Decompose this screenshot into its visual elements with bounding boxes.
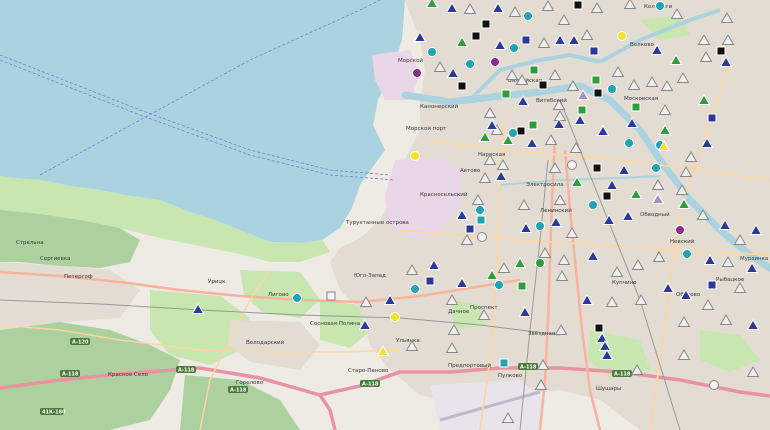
poi-marker-square-green[interactable] xyxy=(528,120,538,130)
label-sosnovaya: Сосновая Поляна xyxy=(310,321,360,327)
poi-marker-square-blue[interactable] xyxy=(521,35,531,45)
label-krasnoselsky: Красносельский xyxy=(420,191,468,198)
poi-marker-circle-purple[interactable] xyxy=(412,68,422,78)
poi-marker-square-green[interactable] xyxy=(577,105,587,115)
shield-42k-1: 41К-180 xyxy=(42,410,66,416)
label-nevsky: Невский xyxy=(670,238,695,245)
map-viewport[interactable]: А-118 А-118 А-118 А-118 А-118 А-118 41К-… xyxy=(0,0,770,430)
poi-marker-circle-teal[interactable] xyxy=(535,221,545,231)
poi-marker-square-dark[interactable] xyxy=(457,81,467,91)
poi-marker-circle-teal[interactable] xyxy=(588,200,598,210)
poi-marker-circle-teal[interactable] xyxy=(427,47,437,57)
poi-marker-square-green[interactable] xyxy=(517,281,527,291)
poi-marker-circle-green[interactable] xyxy=(535,258,545,268)
poi-marker-square-dark[interactable] xyxy=(602,191,612,201)
label-leninsky: Ленинский xyxy=(540,207,572,214)
poi-marker-circle-purple[interactable] xyxy=(490,57,500,67)
poi-marker-circle-teal[interactable] xyxy=(682,249,692,259)
poi-marker-square-green[interactable] xyxy=(591,75,601,85)
label-volkovo: Волково xyxy=(630,42,655,48)
label-dachnoe: Дачное xyxy=(448,309,470,315)
label-obvodny: Обводный xyxy=(640,211,670,218)
label-morskoy: Морской xyxy=(398,57,423,64)
poi-marker-square-dark[interactable] xyxy=(481,19,491,29)
poi-marker-circle-purple[interactable] xyxy=(675,225,685,235)
poi-marker-square-blue[interactable] xyxy=(589,46,599,56)
poi-marker-circle-teal[interactable] xyxy=(292,293,302,303)
label-volodarsky: Володарский xyxy=(246,339,285,346)
label-uritsk: Урицк xyxy=(208,279,226,285)
poi-marker-circle-yellow[interactable] xyxy=(410,151,420,161)
poi-marker-square-teal[interactable] xyxy=(476,215,486,225)
poi-marker-circle-yellow[interactable] xyxy=(617,31,627,41)
shield-a118-6: А-118 xyxy=(614,372,631,378)
shield-a118-1: А-118 xyxy=(62,372,79,378)
airport-area xyxy=(430,380,545,430)
poi-marker-square-dark[interactable] xyxy=(516,126,526,136)
label-port: Морской порт xyxy=(406,125,447,132)
label-kupchino: Купчино xyxy=(612,280,637,286)
shield-a120: А-120 xyxy=(72,340,89,346)
label-pulkovo: Пулково xyxy=(498,373,523,379)
poi-marker-circle-teal[interactable] xyxy=(410,284,420,294)
label-petergof: Петергоф xyxy=(64,274,93,280)
poi-marker-square-teal[interactable] xyxy=(499,358,509,368)
label-rybatskoe: Рыбацкое xyxy=(716,277,745,283)
poi-marker-square-dark[interactable] xyxy=(573,0,583,10)
label-moskovskaya: Московская xyxy=(624,96,658,102)
poi-marker-square-dark[interactable] xyxy=(594,323,604,333)
poi-marker-circle-white[interactable] xyxy=(477,232,487,242)
poi-marker-square-dark[interactable] xyxy=(538,80,548,90)
shield-a118-3: А-118 xyxy=(230,388,247,394)
poi-marker-circle-teal[interactable] xyxy=(651,163,661,173)
label-sergievka: Сергиевка xyxy=(40,256,71,262)
label-predportovy: Предпортовый xyxy=(448,362,491,369)
label-murzinka: Мурзинка xyxy=(740,256,768,262)
poi-marker-square-blue[interactable] xyxy=(465,224,475,234)
label-shushary: Шушары xyxy=(596,386,621,392)
shield-a118-4: А-118 xyxy=(362,382,379,388)
label-strelna: Стрельна xyxy=(16,240,44,246)
label-krasnoe-selo: Красное Село xyxy=(108,372,149,378)
poi-marker-square-dark[interactable] xyxy=(471,31,481,41)
poi-marker-square-dark[interactable] xyxy=(592,163,602,173)
poi-marker-circle-white[interactable] xyxy=(567,160,577,170)
label-turukhtannye: Турухтанные острова xyxy=(345,220,409,226)
poi-marker-square-blue[interactable] xyxy=(707,113,717,123)
poi-marker-square-green[interactable] xyxy=(631,102,641,112)
poi-marker-square-green[interactable] xyxy=(501,89,511,99)
map-layer: А-118 А-118 А-118 А-118 А-118 А-118 41К-… xyxy=(0,0,770,430)
poi-marker-circle-teal[interactable] xyxy=(509,43,519,53)
label-staro-panovo: Старо-Паново xyxy=(348,368,389,374)
label-gorelovo: Горелово xyxy=(236,380,264,386)
label-ulyanka: Ульянка xyxy=(396,338,420,344)
label-vitebsky: Витебский xyxy=(536,97,567,104)
label-avtovo: Автово xyxy=(460,168,481,174)
poi-marker-circle-teal[interactable] xyxy=(523,11,533,21)
poi-marker-circle-teal[interactable] xyxy=(655,1,665,11)
poi-marker-square-white[interactable] xyxy=(326,291,336,301)
label-zvezdnaya: Звёздная xyxy=(528,331,555,337)
poi-marker-circle-teal[interactable] xyxy=(624,138,634,148)
poi-marker-square-dark[interactable] xyxy=(716,46,726,56)
poi-marker-square-blue[interactable] xyxy=(707,280,717,290)
label-yugo-zapad: Юго-Запад xyxy=(354,273,386,279)
label-elektrosila: Электросила xyxy=(526,182,564,188)
poi-marker-square-blue[interactable] xyxy=(425,276,435,286)
poi-marker-circle-teal[interactable] xyxy=(494,280,504,290)
poi-marker-circle-white[interactable] xyxy=(709,380,719,390)
poi-marker-circle-teal[interactable] xyxy=(475,205,485,215)
poi-marker-circle-yellow[interactable] xyxy=(390,312,400,322)
poi-marker-circle-teal[interactable] xyxy=(465,59,475,69)
poi-marker-square-green[interactable] xyxy=(529,65,539,75)
shield-a118-2: А-118 xyxy=(178,368,195,374)
poi-marker-square-dark[interactable] xyxy=(593,88,603,98)
poi-marker-circle-teal[interactable] xyxy=(508,128,518,138)
label-kanonersky: Канонерский xyxy=(420,103,459,110)
poi-marker-circle-teal[interactable] xyxy=(607,84,617,94)
shield-a118-5: А-118 xyxy=(520,365,537,371)
label-ligovo: Лигово xyxy=(268,292,289,298)
